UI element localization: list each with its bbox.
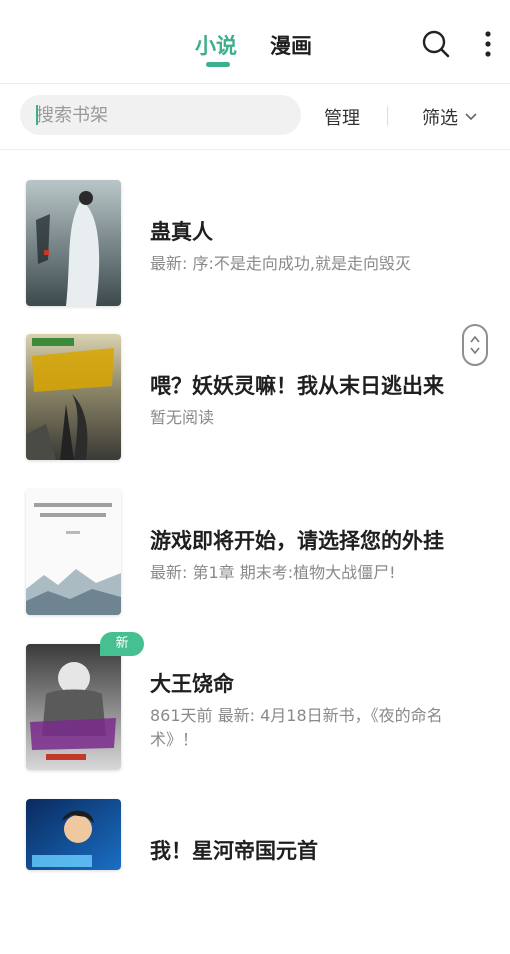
filter-label: 筛选: [422, 108, 458, 129]
tab-comic[interactable]: 漫画: [270, 30, 312, 60]
shelf-search-input[interactable]: [36, 95, 291, 135]
shelf-search-box[interactable]: [20, 95, 301, 135]
active-tab-indicator: [206, 62, 230, 67]
book-item[interactable]: 我！星河帝国元首: [0, 799, 510, 954]
book-cover[interactable]: [26, 644, 121, 770]
book-title: 喂？妖妖灵嘛！我从末日逃出来: [150, 374, 444, 398]
more-options-button[interactable]: [470, 24, 506, 64]
search-button[interactable]: [418, 24, 454, 64]
book-latest: 暂无阅读: [150, 408, 215, 427]
book-cover[interactable]: [26, 334, 121, 460]
book-latest: 最新: 序:不是走向成功,就是走向毁灭: [150, 254, 411, 273]
book-latest: 最新: 第1章 期末考:植物大战僵尸!: [150, 563, 396, 582]
more-vertical-icon: [485, 31, 491, 57]
book-item[interactable]: 游戏即将开始，请选择您的外挂 最新: 第1章 期末考:植物大战僵尸!: [0, 489, 510, 644]
book-item[interactable]: 喂？妖妖灵嘛！我从末日逃出来 暂无阅读: [0, 334, 510, 489]
book-title: 我！星河帝国元首: [150, 839, 318, 863]
scroll-arrows-icon: [470, 335, 480, 355]
book-title: 蛊真人: [150, 220, 213, 244]
search-icon: [422, 30, 450, 58]
book-title: 游戏即将开始，请选择您的外挂: [150, 529, 444, 553]
book-latest: 861天前 最新: 4月18日新书，《夜的命名术》！: [150, 706, 443, 749]
book-cover[interactable]: [26, 489, 121, 615]
book-item[interactable]: 蛊真人 最新: 序:不是走向成功,就是走向毁灭: [0, 180, 510, 335]
fast-scroll-handle[interactable]: [462, 324, 488, 366]
book-title: 大王饶命: [150, 672, 234, 696]
new-badge: 新: [100, 632, 144, 656]
book-cover[interactable]: [26, 180, 121, 306]
book-item[interactable]: 新 大王饶命 861天前 最新: 4月18日新书，《夜的命名术》！: [0, 632, 510, 799]
tab-novel[interactable]: 小说: [195, 30, 237, 60]
book-cover[interactable]: [26, 799, 121, 870]
text-caret: [36, 105, 38, 125]
manage-button[interactable]: 管理: [324, 104, 360, 130]
shelf-toolbar: 管理 筛选: [0, 84, 510, 150]
filter-button[interactable]: 筛选: [422, 104, 478, 130]
top-bar: 小说 漫画: [0, 0, 510, 84]
chevron-down-icon: [465, 113, 477, 121]
toolbar-divider: [387, 106, 388, 126]
